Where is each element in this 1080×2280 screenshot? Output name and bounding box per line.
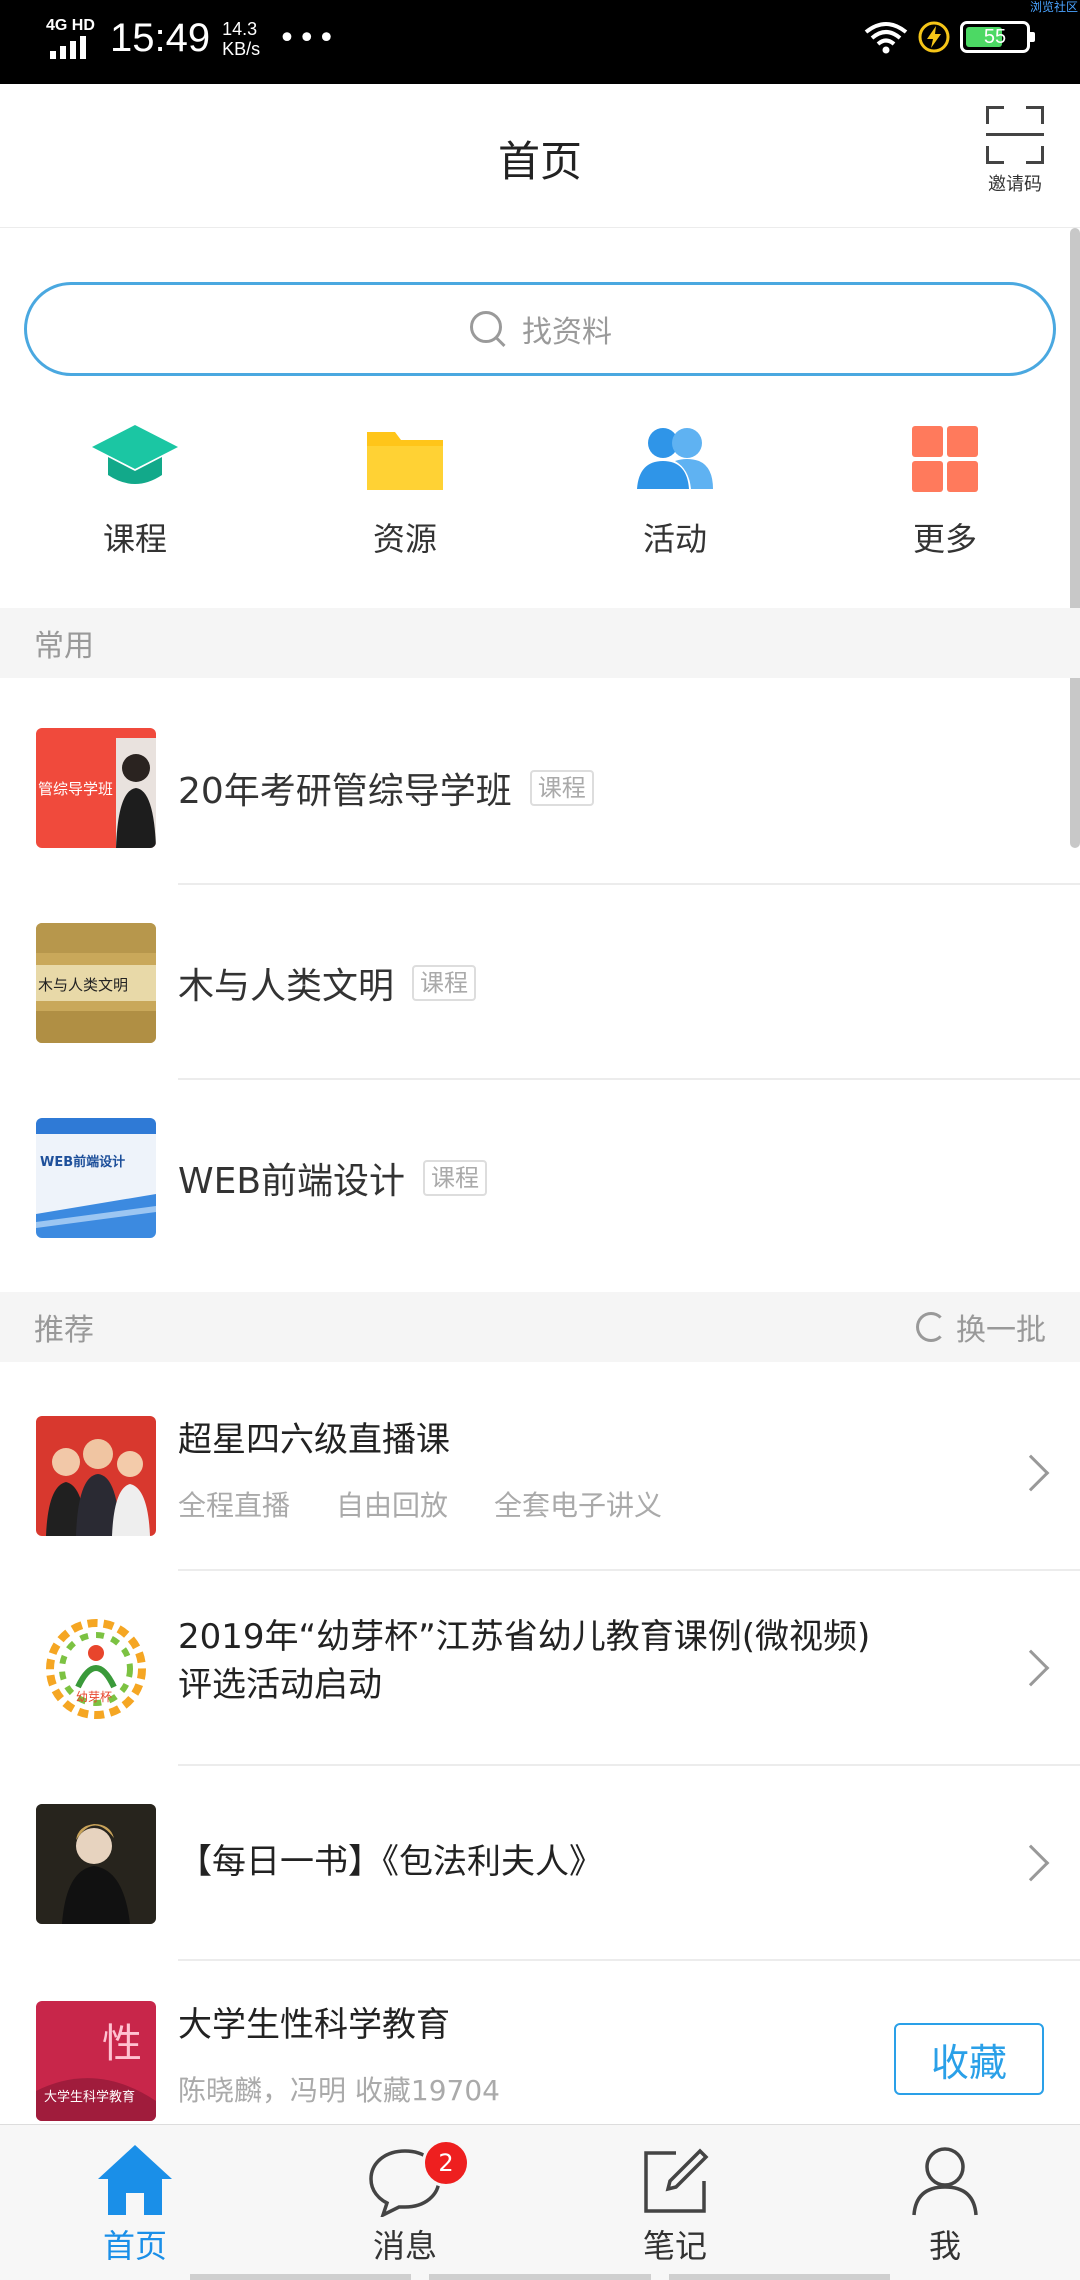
- graduation-cap-icon: [92, 425, 178, 484]
- thumb-text: 幼芽杯: [76, 1690, 112, 1704]
- thumb-text: 大学生科学教育: [44, 2089, 135, 2105]
- item-tag: 课程: [412, 964, 477, 1001]
- search-input[interactable]: 找资料: [24, 282, 1056, 376]
- course-thumbnail: 管综导学班: [36, 728, 156, 848]
- quick-nav-label: 活动: [642, 520, 707, 558]
- refresh-button[interactable]: 换一批: [916, 1305, 1046, 1349]
- tab-home[interactable]: 首页: [0, 2125, 270, 2280]
- signal-icon: 4G HD: [46, 17, 102, 61]
- section-title: 推荐: [34, 1313, 94, 1348]
- recommend-item[interactable]: 性 大学生科学教育 大学生性科学教育 陈晓麟，冯明 收藏19704 收藏: [0, 1961, 1080, 2124]
- item-title: WEB前端设计: [178, 1160, 406, 1202]
- top-header: 首页 邀请码: [0, 84, 1080, 228]
- invite-code-button[interactable]: 邀请码: [980, 106, 1050, 196]
- feature-tag: 全程直播: [178, 1489, 291, 1522]
- speed-unit: KB/s: [222, 38, 261, 59]
- recommend-item[interactable]: 超星四六级直播课 全程直播 自由回放 全套电子讲义: [0, 1376, 1080, 1571]
- page-title: 首页: [497, 137, 582, 186]
- wifi-icon: [864, 22, 908, 54]
- search-placeholder: 找资料: [522, 315, 612, 350]
- tab-me[interactable]: 我: [810, 2125, 1080, 2280]
- recommend-title: 超星四六级直播课: [178, 1420, 450, 1460]
- quick-nav-course[interactable]: 课程: [0, 414, 270, 564]
- status-bar: 4G HD 15:49 14.3 KB/s ••• 55 浏览社区: [0, 0, 1080, 84]
- battery-icon: 55: [960, 21, 1035, 53]
- network-type: 4G HD: [46, 16, 95, 34]
- edit-note-icon: [644, 2148, 709, 2213]
- thumb-big-char: 性: [102, 2021, 142, 2067]
- recommend-title: 2019年“幼芽杯”江苏省幼儿教育课例(微视频)评选活动启动: [178, 1617, 871, 1705]
- chevron-right-icon: [1012, 1454, 1050, 1492]
- recommend-title: 大学生性科学教育: [178, 2005, 450, 2045]
- chevron-right-icon: [1012, 1649, 1050, 1687]
- refresh-icon: [916, 1312, 946, 1342]
- recommend-thumbnail: 幼芽杯: [36, 1609, 156, 1729]
- recommend-thumbnail: [36, 1416, 156, 1536]
- tab-label: 笔记: [642, 2227, 707, 2265]
- grid-icon: [912, 426, 978, 492]
- gesture-bar: [0, 2274, 1080, 2280]
- feature-tag: 自由回放: [336, 1489, 449, 1522]
- list-item[interactable]: 管综导学班 20年考研管综导学班 课程: [0, 690, 1080, 885]
- quick-nav-resource[interactable]: 资源: [270, 414, 540, 564]
- quick-nav-label: 资源: [372, 520, 437, 558]
- home-icon: [98, 2145, 172, 2215]
- recommend-subtitle: 陈晓麟，冯明 收藏19704: [178, 2074, 500, 2107]
- item-tag: 课程: [529, 769, 594, 806]
- section-common-header: 常用: [0, 608, 1080, 678]
- network-speed: 14.3 KB/s: [222, 19, 260, 59]
- status-right: 55: [864, 20, 1035, 54]
- charging-icon: [918, 21, 950, 53]
- recommend-thumbnail: [36, 1804, 156, 1924]
- speed-value: 14.3: [222, 18, 258, 39]
- list-item-title: 20年考研管综导学班 课程: [178, 690, 594, 885]
- tab-label: 首页: [102, 2227, 167, 2265]
- battery-level: 55: [983, 26, 1007, 48]
- course-thumbnail: 木与人类文明: [36, 923, 156, 1043]
- list-item-title: WEB前端设计 课程: [178, 1080, 488, 1275]
- recommend-tags: 全程直播 自由回放 全套电子讲义: [178, 1484, 708, 1524]
- list-item[interactable]: WEB前端设计 WEB前端设计 课程: [0, 1080, 1080, 1275]
- item-tag: 课程: [423, 1159, 488, 1196]
- tab-notes[interactable]: 笔记: [540, 2125, 810, 2280]
- unread-badge: 2: [422, 2139, 470, 2187]
- quick-nav-label: 更多: [912, 520, 977, 558]
- collect-button[interactable]: 收藏: [894, 2023, 1044, 2095]
- section-recommend-header: 推荐 换一批: [0, 1292, 1080, 1362]
- search-icon: [468, 309, 508, 349]
- tab-label: 消息: [372, 2227, 437, 2265]
- tab-messages[interactable]: 消息 2: [270, 2125, 540, 2280]
- item-title: 木与人类文明: [178, 965, 395, 1007]
- list-item[interactable]: 木与人类文明 木与人类文明 课程: [0, 885, 1080, 1080]
- chevron-right-icon: [1012, 1844, 1050, 1882]
- quick-nav: 课程 资源 活动 更多: [0, 414, 1080, 564]
- scan-icon: [986, 106, 1044, 164]
- thumb-text: WEB前端设计: [40, 1154, 125, 1170]
- feature-tag: 全套电子讲义: [494, 1489, 663, 1522]
- item-title: 20年考研管综导学班: [178, 770, 512, 812]
- status-time: 15:49: [110, 16, 211, 60]
- person-icon: [912, 2147, 978, 2216]
- recommend-title: 【每日一书】《包法利夫人》: [178, 1842, 603, 1882]
- quick-nav-more[interactable]: 更多: [810, 414, 1080, 564]
- thumb-text: 管综导学班: [38, 780, 113, 798]
- course-thumbnail: WEB前端设计: [36, 1118, 156, 1238]
- folder-icon: [367, 432, 443, 490]
- recommend-item[interactable]: 【每日一书】《包法利夫人》: [0, 1766, 1080, 1961]
- recommend-thumbnail: 性 大学生科学教育: [36, 2001, 156, 2121]
- quick-nav-label: 课程: [102, 520, 167, 558]
- users-icon: [637, 428, 713, 489]
- tab-label: 我: [928, 2227, 961, 2265]
- corner-text: 浏览社区: [1029, 0, 1078, 14]
- list-item-title: 木与人类文明 课程: [178, 885, 477, 1080]
- thumb-text: 木与人类文明: [38, 976, 128, 994]
- invite-code-label: 邀请码: [988, 174, 1042, 195]
- recommend-item[interactable]: 幼芽杯 2019年“幼芽杯”江苏省幼儿教育课例(微视频)评选活动启动: [0, 1571, 1080, 1766]
- refresh-label: 换一批: [956, 1313, 1046, 1348]
- quick-nav-activity[interactable]: 活动: [540, 414, 810, 564]
- section-title: 常用: [34, 629, 94, 664]
- bottom-tab-bar: 首页 消息 2 笔记 我: [0, 2124, 1080, 2280]
- more-notifications-icon: •••: [278, 21, 338, 56]
- status-left: 4G HD 15:49 14.3 KB/s •••: [46, 16, 337, 61]
